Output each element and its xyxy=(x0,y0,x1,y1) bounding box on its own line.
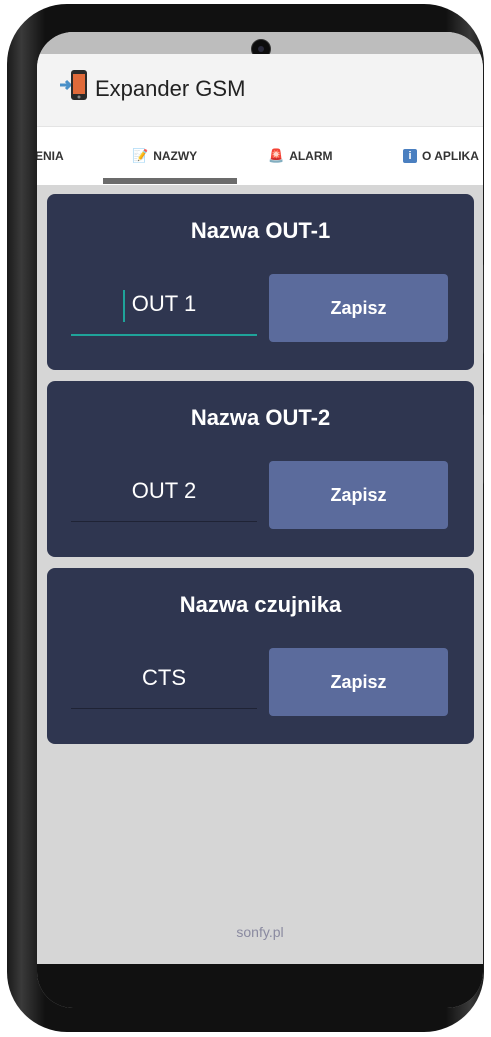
app-bar: Expander GSM xyxy=(37,54,483,126)
tab-alarm[interactable]: 🚨 ALARM xyxy=(268,127,333,185)
name-card-out1: Nazwa OUT-1 Zapisz xyxy=(47,194,474,370)
name-field[interactable] xyxy=(71,648,257,709)
name-field[interactable] xyxy=(71,274,257,336)
tab-bar: ENIA 📝 NAZWY 🚨 ALARM i O APLIKA xyxy=(37,126,483,185)
text-cursor xyxy=(123,290,125,322)
tab-nazwy[interactable]: 📝 NAZWY xyxy=(132,127,197,185)
name-input[interactable] xyxy=(71,274,257,334)
navigation-bar xyxy=(37,964,483,1008)
name-card-sensor: Nazwa czujnika Zapisz xyxy=(47,568,474,744)
name-card-out2: Nazwa OUT-2 Zapisz xyxy=(47,381,474,557)
siren-icon: 🚨 xyxy=(268,148,285,163)
card-title: Nazwa czujnika xyxy=(179,592,342,617)
memo-icon: 📝 xyxy=(132,148,149,163)
card-title: Nazwa OUT-1 xyxy=(190,218,331,243)
save-button[interactable]: Zapisz xyxy=(269,274,448,342)
tab-o-aplikacji[interactable]: i O APLIKA xyxy=(403,127,479,185)
name-input[interactable] xyxy=(71,461,257,521)
info-icon: i xyxy=(403,149,417,163)
footer-link[interactable]: sonfy.pl xyxy=(37,924,483,940)
tab-label: O APLIKA xyxy=(422,149,479,163)
card-title: Nazwa OUT-2 xyxy=(190,405,331,430)
name-field[interactable] xyxy=(71,461,257,522)
phone-frame: Expander GSM ENIA 📝 NAZWY 🚨 ALARM i O AP… xyxy=(7,4,484,1032)
name-input[interactable] xyxy=(71,648,257,708)
screen: Expander GSM ENIA 📝 NAZWY 🚨 ALARM i O AP… xyxy=(37,32,483,1008)
tab-label: ENIA xyxy=(37,149,64,163)
save-button[interactable]: Zapisz xyxy=(269,648,448,716)
phone-transfer-icon xyxy=(60,70,87,100)
tab-ustawienia[interactable]: ENIA xyxy=(37,127,64,185)
tab-label: ALARM xyxy=(289,149,333,163)
tab-label: NAZWY xyxy=(153,149,198,163)
tab-indicator xyxy=(103,178,237,184)
save-button[interactable]: Zapisz xyxy=(269,461,448,529)
app-title: Expander GSM xyxy=(95,76,246,101)
